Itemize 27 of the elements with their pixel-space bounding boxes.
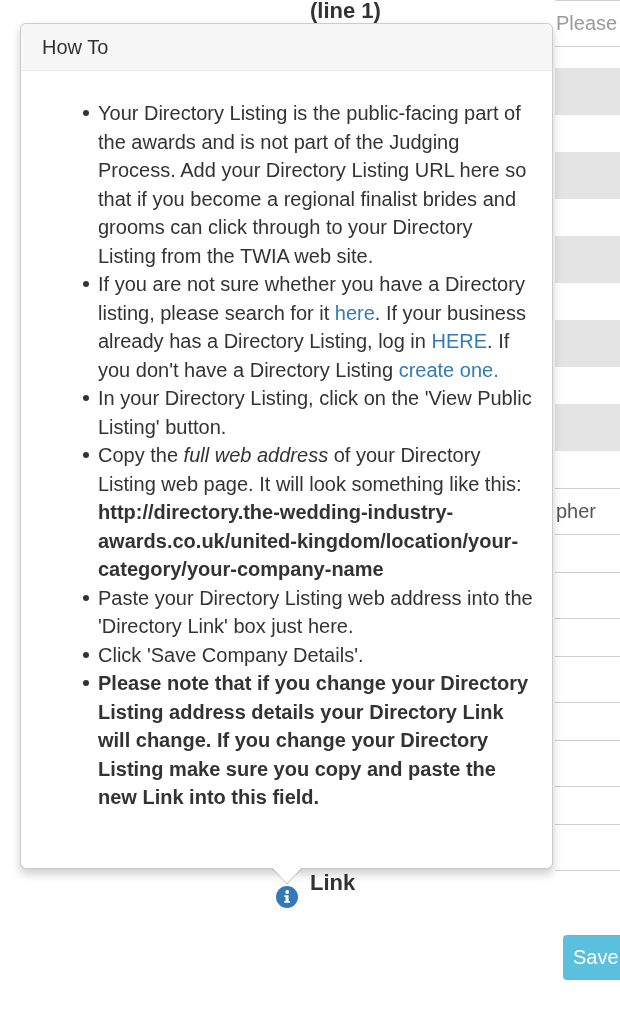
field-label: Link: [310, 872, 356, 894]
input-field[interactable]: [555, 824, 620, 871]
popover-title: How To: [21, 24, 552, 71]
bullet-icon: [83, 651, 89, 658]
bullet-icon: [83, 594, 89, 601]
input-field[interactable]: [555, 656, 620, 703]
instruction-text: Copy the full web address of your Directory Listing web page. It will look something like this: http://directory.the-wedding-industry-awards.co.uk/united-kingdom/location/your-category/your-company-name: [98, 443, 523, 582]
instruction-text: Your Directory Listing is the public-facing part of the awards and is not part of the Judging Process. Add your Directory Listing URL here so that if you become a regional finalist brides and grooms can click through to your Directory Listing from the TWIA web site.: [98, 101, 528, 269]
text-link[interactable]: create one.: [398, 358, 499, 381]
input-field[interactable]: [555, 572, 620, 619]
input-field[interactable]: pher: [555, 488, 620, 535]
instruction-text: Click 'Save Company Details'.: [98, 642, 365, 668]
bullet-icon: [83, 680, 89, 686]
instruction-text: Paste your Directory Listing web address into the 'Directory Link' box just here.: [98, 585, 534, 639]
field-label: (line 1): [310, 0, 381, 22]
bullet-icon: [83, 395, 89, 401]
input-field[interactable]: Please: [555, 0, 620, 47]
instruction-text: Please note that if you change your Directory Listing address details your Directory Link will change. If you change your Directory Listing make sure you copy and paste the new Link into this field.: [98, 671, 530, 810]
bullet-icon: [83, 281, 89, 287]
instruction-text: If you are not sure whether you have a Directory listing, please search for it here. If your business already has a Directory Listing, log in HERE. If you don't have a Directory Listing create one.: [98, 272, 527, 383]
text-link[interactable]: HERE: [431, 330, 488, 352]
input-field[interactable]: [555, 740, 620, 787]
bullet-icon: [83, 110, 89, 116]
bullet-icon: [83, 452, 89, 458]
info-icon[interactable]: [276, 886, 298, 908]
instruction-text: In your Directory Listing, click on the 'View Public Listing' button.: [98, 386, 533, 440]
text-link[interactable]: here: [334, 301, 375, 324]
